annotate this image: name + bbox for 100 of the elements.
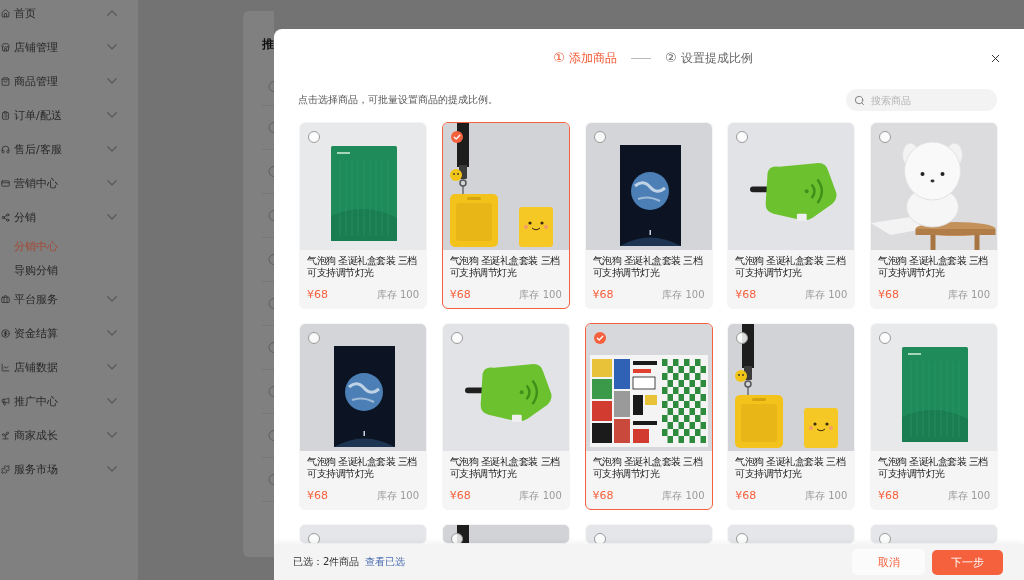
product-card[interactable]: 气泡狗 圣诞礼盒套装 三档可支持调节灯光 ¥68 库存 100 [870,122,998,309]
product-card[interactable]: 气泡狗 圣诞礼盒套装 三档可支持调节灯光 ¥68 库存 100 [870,323,998,510]
chevron-down-icon[interactable] [107,466,117,472]
product-price: ¥68 [307,490,328,502]
store-icon [1,42,10,52]
product-title: 气泡狗 圣诞礼盒套装 三档可支持调节灯光 [592,456,704,480]
product-card[interactable]: 气泡狗 圣诞礼盒套装 三档可支持调节灯光 ¥68 库存 100 [584,122,713,309]
radio-icon[interactable] [268,342,274,353]
radio-icon[interactable] [268,81,274,92]
sidebar-item[interactable]: 店铺管理 [14,39,107,55]
home-icon [1,8,10,18]
radio-icon[interactable] [268,210,274,221]
step-connector [631,57,651,59]
product-price: ¥68 [592,289,614,301]
next-button[interactable]: 下一步 [932,549,1003,575]
bag-icon [1,76,10,86]
sprout-icon [1,430,10,440]
product-card[interactable]: 气泡狗 圣诞礼盒套装 三档可支持调节灯光 ¥68 库存 100 [441,323,570,510]
sidebar-item[interactable]: 平台服务 [14,291,107,307]
sidebar-item[interactable]: 资金结算 [14,325,107,341]
chevron-down-icon[interactable] [107,214,117,220]
radio-icon[interactable] [268,298,274,309]
stock-count: 库存 100 [947,490,990,502]
product-card[interactable]: 气泡狗 圣诞礼盒套装 三档可支持调节灯光 ¥68 库存 100 [441,122,570,309]
product-price: ¥68 [449,289,471,301]
chevron-down-icon[interactable] [107,112,117,118]
chevron-down-icon[interactable] [107,398,117,404]
product-price: ¥68 [449,490,471,502]
step-number: ② [665,50,677,66]
card-icon [1,178,10,188]
cancel-button[interactable]: 取消 [852,549,925,575]
radio-icon[interactable] [268,166,274,177]
stock-count: 库存 100 [662,289,705,301]
sidebar-item[interactable]: 首页 [14,5,107,21]
chevron-down-icon[interactable] [107,78,117,84]
product-price: ¥68 [735,490,757,502]
megaphone-icon [1,396,10,406]
clipboard-icon [1,110,10,120]
sidebar-item[interactable]: 售后/客服 [14,141,107,157]
product-price: ¥68 [878,490,899,502]
radio-icon[interactable] [268,122,274,133]
selected-summary: 已选：2件商品 [293,555,360,569]
sidebar-item[interactable]: 分销 [14,209,107,225]
product-title: 气泡狗 圣诞礼盒套装 三档可支持调节灯光 [307,456,418,480]
sidebar-item[interactable]: 推广中心 [14,393,107,409]
chevron-down-icon[interactable] [107,44,117,50]
step-label: 添加商品 [569,50,617,66]
panel-title: 推 [262,37,274,51]
sidebar-subitem[interactable]: 导购分销 [14,262,58,278]
view-selected-link[interactable]: 查看已选 [365,555,406,569]
product-card[interactable]: 气泡狗 圣诞礼盒套装 三档可支持调节灯光 ¥68 库存 100 [299,122,427,309]
product-card[interactable]: 气泡狗 圣诞礼盒套装 三档可支持调节灯光 ¥68 库存 100 [584,323,713,510]
chevron-down-icon[interactable] [107,146,117,152]
stock-count: 库存 100 [376,289,419,301]
share-icon [1,212,10,222]
stock-count: 库存 100 [519,490,562,502]
product-price: ¥68 [735,289,757,301]
product-price: ¥68 [878,289,899,301]
product-price: ¥68 [307,289,328,301]
product-title: 气泡狗 圣诞礼盒套装 三档可支持调节灯光 [878,456,989,480]
stock-count: 库存 100 [519,289,562,301]
sidebar-item[interactable]: 店铺数据 [14,359,107,375]
stock-count: 库存 100 [662,490,705,502]
product-title: 气泡狗 圣诞礼盒套装 三档可支持调节灯光 [449,456,561,480]
product-title: 气泡狗 圣诞礼盒套装 三档可支持调节灯光 [878,255,989,279]
product-card[interactable] [441,524,570,544]
product-card[interactable]: 气泡狗 圣诞礼盒套装 三档可支持调节灯光 ¥68 库存 100 [727,122,856,309]
briefcase-icon [1,294,10,304]
sidebar-item[interactable]: 服务市场 [14,461,107,477]
stock-count: 库存 100 [947,289,990,301]
stock-count: 库存 100 [376,490,419,502]
radio-icon[interactable] [268,430,274,441]
chevron-down-icon[interactable] [107,296,117,302]
stock-count: 库存 100 [805,289,848,301]
radio-icon[interactable] [268,386,274,397]
headphones-icon [1,144,10,154]
chevron-down-icon[interactable] [107,432,117,438]
product-title: 气泡狗 圣诞礼盒套装 三档可支持调节灯光 [307,255,418,279]
stock-count: 库存 100 [805,490,848,502]
coin-icon [1,328,10,338]
product-card[interactable]: 气泡狗 圣诞礼盒套装 三档可支持调节灯光 ¥68 库存 100 [727,323,856,510]
hint-text: 点击选择商品，可批量设置商品的提成比例。 [298,93,498,107]
sidebar-item[interactable]: 营销中心 [14,175,107,191]
sidebar-item[interactable]: 商品管理 [14,73,107,89]
chevron-down-icon[interactable] [107,180,117,186]
puzzle-icon [1,464,10,474]
product-title: 气泡狗 圣诞礼盒套装 三档可支持调节灯光 [735,456,847,480]
sidebar-item[interactable]: 订单/配送 [14,107,107,123]
radio-icon[interactable] [268,254,274,265]
radio-icon[interactable] [268,474,274,485]
chevron-down-icon[interactable] [107,364,117,370]
step-number: ① [553,50,565,66]
product-title: 气泡狗 圣诞礼盒套装 三档可支持调节灯光 [449,255,561,279]
chevron-down-icon[interactable] [107,330,117,336]
product-title: 气泡狗 圣诞礼盒套装 三档可支持调节灯光 [735,255,847,279]
product-card[interactable]: 气泡狗 圣诞礼盒套装 三档可支持调节灯光 ¥68 库存 100 [299,323,427,510]
product-price: ¥68 [592,490,614,502]
sidebar-item[interactable]: 商家成长 [14,427,107,443]
step-label: 设置提成比例 [680,50,753,66]
chevron-up-icon[interactable] [107,10,117,16]
